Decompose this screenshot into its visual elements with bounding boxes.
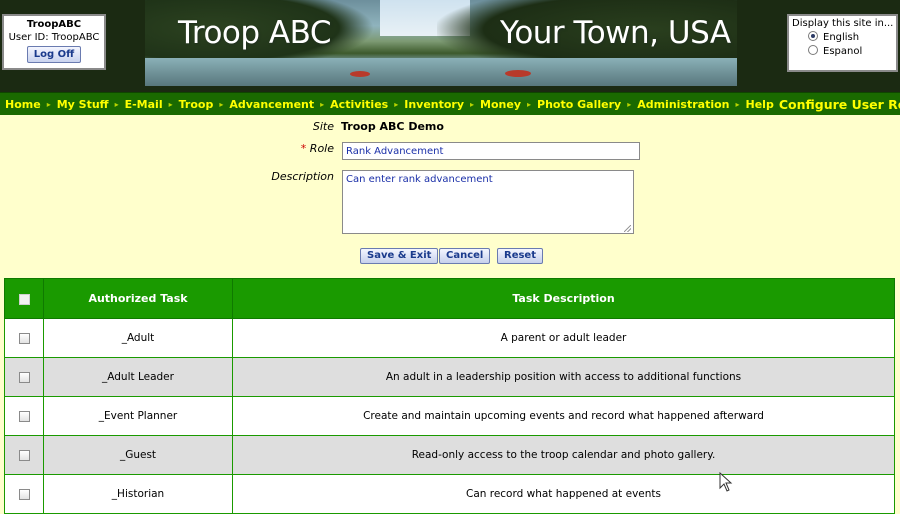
table-row: _Guest Read-only access to the troop cal… [4, 435, 895, 475]
nav-item-troop[interactable]: Troop [174, 98, 219, 111]
nav-item-help[interactable]: Help [741, 98, 779, 111]
task-name: _Adult [43, 318, 233, 358]
banner-troop-title: Troop ABC [178, 15, 331, 51]
banner-image: Troop ABC Your Town, USA [145, 0, 737, 86]
resize-grip-icon[interactable] [624, 225, 631, 232]
user-info-box: TroopABC User ID: TroopABC Log Off [2, 14, 106, 70]
nav-item-administration[interactable]: Administration [632, 98, 734, 111]
task-description: Can record what happened at events [232, 474, 895, 514]
language-selector: Display this site in... English Espanol [787, 14, 898, 72]
row-checkbox[interactable] [18, 332, 30, 344]
page-title: Configure User Roles [778, 96, 900, 112]
role-input[interactable] [342, 142, 640, 160]
mouse-cursor-icon [719, 472, 733, 492]
select-all-checkbox[interactable] [18, 293, 30, 305]
save-exit-button[interactable]: Save & Exit [360, 248, 439, 264]
row-checkbox-cell [4, 435, 44, 475]
banner-canoe-icon [505, 70, 531, 77]
log-off-button[interactable]: Log Off [26, 46, 82, 63]
table-row: _Adult A parent or adult leader [4, 318, 895, 358]
row-checkbox[interactable] [18, 449, 30, 461]
language-option-english[interactable]: English [792, 31, 893, 43]
required-marker: * [300, 142, 307, 155]
row-checkbox-cell [4, 318, 44, 358]
radio-unselected-icon[interactable] [808, 45, 818, 55]
site-value: Troop ABC Demo [341, 120, 444, 133]
row-checkbox[interactable] [18, 488, 30, 500]
task-description: Create and maintain upcoming events and … [232, 396, 895, 436]
banner-canoe-icon [350, 71, 370, 77]
radio-selected-icon[interactable] [808, 31, 818, 41]
nav-item-my-stuff[interactable]: My Stuff [52, 98, 114, 111]
user-id-label: User ID: [8, 32, 49, 43]
column-header-description[interactable]: Task Description [232, 278, 895, 319]
table-row: _Historian Can record what happened at e… [4, 474, 895, 514]
reset-button[interactable]: Reset [497, 248, 543, 264]
row-checkbox[interactable] [18, 371, 30, 383]
table-row: _Adult Leader An adult in a leadership p… [4, 357, 895, 397]
cancel-button[interactable]: Cancel [439, 248, 491, 264]
nav-item-inventory[interactable]: Inventory [399, 98, 469, 111]
row-checkbox-cell [4, 357, 44, 397]
user-id-line: User ID: TroopABC [4, 31, 104, 44]
column-header-task[interactable]: Authorized Task [43, 278, 233, 319]
nav-item-money[interactable]: Money [475, 98, 526, 111]
task-description: A parent or adult leader [232, 318, 895, 358]
select-all-cell [4, 278, 44, 319]
tasks-table: Authorized Task Task Description _Adult … [4, 278, 895, 514]
main-nav: Home ▸ My Stuff ▸ E-Mail ▸ Troop ▸ Advan… [0, 92, 900, 115]
nav-item-home[interactable]: Home [0, 98, 46, 111]
user-id-value: TroopABC [51, 32, 100, 43]
row-checkbox[interactable] [18, 410, 30, 422]
role-label-wrap: * Role [214, 142, 334, 155]
nav-item-activities[interactable]: Activities [325, 98, 393, 111]
role-label: Role [309, 142, 334, 155]
table-header-row: Authorized Task Task Description [4, 278, 895, 319]
description-label: Description [271, 170, 334, 183]
task-name: _Guest [43, 435, 233, 475]
description-textarea[interactable] [342, 170, 634, 234]
language-option-espanol[interactable]: Espanol [792, 45, 893, 57]
nav-item-email[interactable]: E-Mail [120, 98, 168, 111]
nav-item-advancement[interactable]: Advancement [224, 98, 319, 111]
task-name: _Historian [43, 474, 233, 514]
banner-town-title: Your Town, USA [500, 15, 731, 51]
language-label: Display this site in... [792, 18, 894, 29]
row-checkbox-cell [4, 474, 44, 514]
site-label: Site [312, 120, 334, 133]
nav-item-photo-gallery[interactable]: Photo Gallery [532, 98, 626, 111]
task-name: _Adult Leader [43, 357, 233, 397]
row-checkbox-cell [4, 396, 44, 436]
task-name: _Event Planner [43, 396, 233, 436]
table-row: _Event Planner Create and maintain upcom… [4, 396, 895, 436]
banner-water [145, 58, 737, 86]
site-header: TroopABC User ID: TroopABC Log Off Troop… [0, 0, 900, 92]
user-name: TroopABC [26, 19, 82, 30]
task-description: Read-only access to the troop calendar a… [232, 435, 895, 475]
task-description: An adult in a leadership position with a… [232, 357, 895, 397]
